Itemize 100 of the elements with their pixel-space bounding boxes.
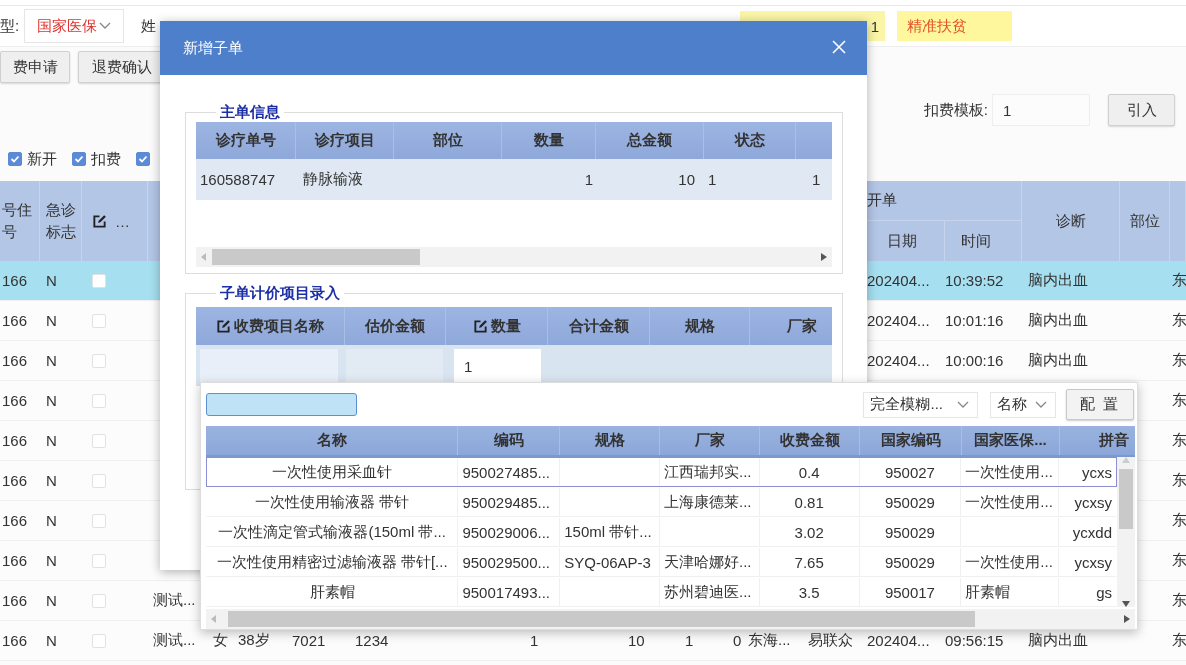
column-header: 国家医保... [974, 431, 1047, 450]
checkbox[interactable] [136, 152, 150, 166]
column-header: 厂家 [694, 431, 725, 450]
arrow-left-icon [211, 615, 217, 623]
template-field[interactable]: 1 [992, 94, 1090, 126]
column-header: 急诊标志 [46, 200, 76, 242]
match-mode-select[interactable]: 完全模糊... [863, 391, 978, 418]
table-cell: 7021 [292, 632, 326, 649]
config-button[interactable]: 配 置 [1066, 389, 1134, 420]
table-cell: gs [1096, 583, 1112, 601]
table-cell: 静脉输液 [303, 170, 363, 189]
table-row[interactable]: 一次性使用精密过滤输液器 带针[... 950029500... SYQ-06AP-3 天津哈娜好... 7.65 950029 一次性使用... ycxsy [206, 547, 1117, 577]
table-cell: 江西瑞邦实... [664, 462, 752, 482]
table-cell: 一次性使用采血针 [272, 462, 393, 482]
column-header: 部位 [432, 131, 463, 150]
table-cell: 166 [2, 552, 28, 569]
column-header: 合计金额 [568, 316, 629, 336]
table-cell: 易联众 [808, 631, 853, 650]
column-group-header: 开单 [867, 191, 897, 210]
column-header: 号住号 [2, 200, 32, 242]
table-cell: 10 [628, 632, 645, 649]
table-row[interactable]: 肝素帽 950017493... 苏州碧迪医... 3.5 950017 肝素帽 gs [206, 577, 1117, 607]
checkbox-label: 扣费 [91, 149, 121, 169]
table-cell: 东海... [748, 631, 791, 650]
table-cell: N [46, 592, 57, 609]
quantity-field[interactable]: 1 [454, 349, 541, 383]
column-header: 规格 [594, 431, 625, 450]
table-row[interactable]: 160588747 静脉输液 1 10 1 1 [196, 159, 832, 200]
table-cell: ycxsy [1074, 553, 1112, 571]
arrow-right-icon [821, 253, 827, 261]
column-header: 诊疗单号 [215, 131, 276, 150]
column-header: 时间 [961, 231, 991, 251]
dialog-title: 新增子单 [183, 38, 243, 58]
table-cell: 东 [1172, 471, 1186, 490]
column-header: 诊断 [1055, 211, 1086, 232]
table-cell: 0 [733, 632, 742, 649]
table-cell: 一次性滴定管式输液器(150ml 带... [218, 522, 446, 542]
table-cell: N [46, 392, 57, 409]
checkbox[interactable] [8, 152, 22, 166]
table-cell: 东 [1172, 631, 1186, 650]
column-header: 收费金额 [779, 431, 840, 450]
table-cell: 950017 [884, 583, 935, 601]
table-cell: 160588747 [200, 171, 276, 188]
column-header: 数量 [490, 316, 521, 336]
table-cell: 950029 [884, 553, 935, 571]
table-cell: 1 [584, 171, 593, 188]
table-cell: 202404... [867, 312, 930, 329]
column-header: 估价金额 [365, 316, 425, 336]
table-cell: 东 [1172, 591, 1186, 610]
table-cell: 一次性使用... [965, 462, 1053, 482]
table-cell: 0.81 [794, 493, 824, 511]
checkbox[interactable] [72, 152, 86, 166]
table-cell: 166 [2, 472, 28, 489]
arrow-down-icon [1122, 601, 1130, 607]
table-cell: 166 [2, 392, 28, 409]
table-cell: 202404... [867, 632, 930, 649]
column-header: 部位 [1129, 211, 1160, 232]
table-cell: 166 [2, 352, 28, 369]
table-row[interactable]: 一次性滴定管式输液器(150ml 带... 950029006... 150ml 带针... 3.02 950029 ycxdd [206, 517, 1117, 547]
table-cell: SYQ-06AP-3 [564, 553, 651, 571]
table-cell: 166 [2, 632, 28, 649]
table-row[interactable]: 一次性使用采血针 950027485... 江西瑞邦实... 0.4 950027 一次性使用... ycxs [206, 457, 1117, 487]
table-cell: 950029006... [462, 523, 550, 541]
table-cell: 3.02 [794, 523, 824, 541]
field-label: 扣费模板: [923, 100, 988, 120]
table-cell: 1 [812, 171, 821, 188]
search-field[interactable] [206, 393, 357, 416]
table-cell: 一次性使用... [965, 552, 1053, 572]
table-cell: 女 [213, 631, 228, 650]
item-name-field[interactable] [200, 349, 338, 383]
section-title: 子单计价项目录入 [219, 284, 341, 303]
table-cell: 950027 [884, 463, 935, 481]
table-cell: 脑内出血 [1028, 311, 1088, 330]
column-header: 拼音 [1099, 431, 1129, 450]
table-cell: 苏州碧迪医... [664, 582, 752, 602]
insurance-select[interactable]: 国家医保 [24, 9, 125, 43]
table-cell: 一次性使用精密过滤输液器 带针[... [216, 552, 448, 572]
table-cell: 09:56:15 [945, 632, 1004, 649]
table-cell: 肝素帽 [309, 582, 355, 602]
column-header: … [115, 212, 130, 230]
table-cell: 0.4 [798, 463, 820, 481]
table-cell: 一次性使用输液器 带针 [255, 492, 410, 512]
column-header: 日期 [887, 231, 917, 251]
toolbar-button[interactable]: 费申请 [0, 51, 70, 83]
table-cell: 天津哈娜好... [664, 552, 752, 572]
table-cell: 166 [2, 432, 28, 449]
table-cell: N [46, 512, 57, 529]
arrow-up-icon [1122, 457, 1130, 463]
chevron-down-icon [1035, 400, 1047, 409]
column-header: 编码 [493, 431, 524, 450]
table-cell: 东 [1172, 431, 1186, 450]
table-row[interactable]: 一次性使用输液器 带针 950029485... 上海康德莱... 0.81 950029 一次性使用... ycxsy [206, 487, 1117, 517]
table-cell: N [46, 272, 57, 289]
column-header: 厂家 [787, 316, 817, 336]
import-button[interactable]: 引入 [1108, 94, 1175, 126]
table-cell: 1 [530, 632, 539, 649]
table-cell: 150ml 带针... [564, 522, 652, 542]
table-cell: 950029 [884, 523, 935, 541]
status-tag: 精准扶贫 [897, 11, 1012, 41]
field-select[interactable]: 名称 [990, 391, 1056, 418]
